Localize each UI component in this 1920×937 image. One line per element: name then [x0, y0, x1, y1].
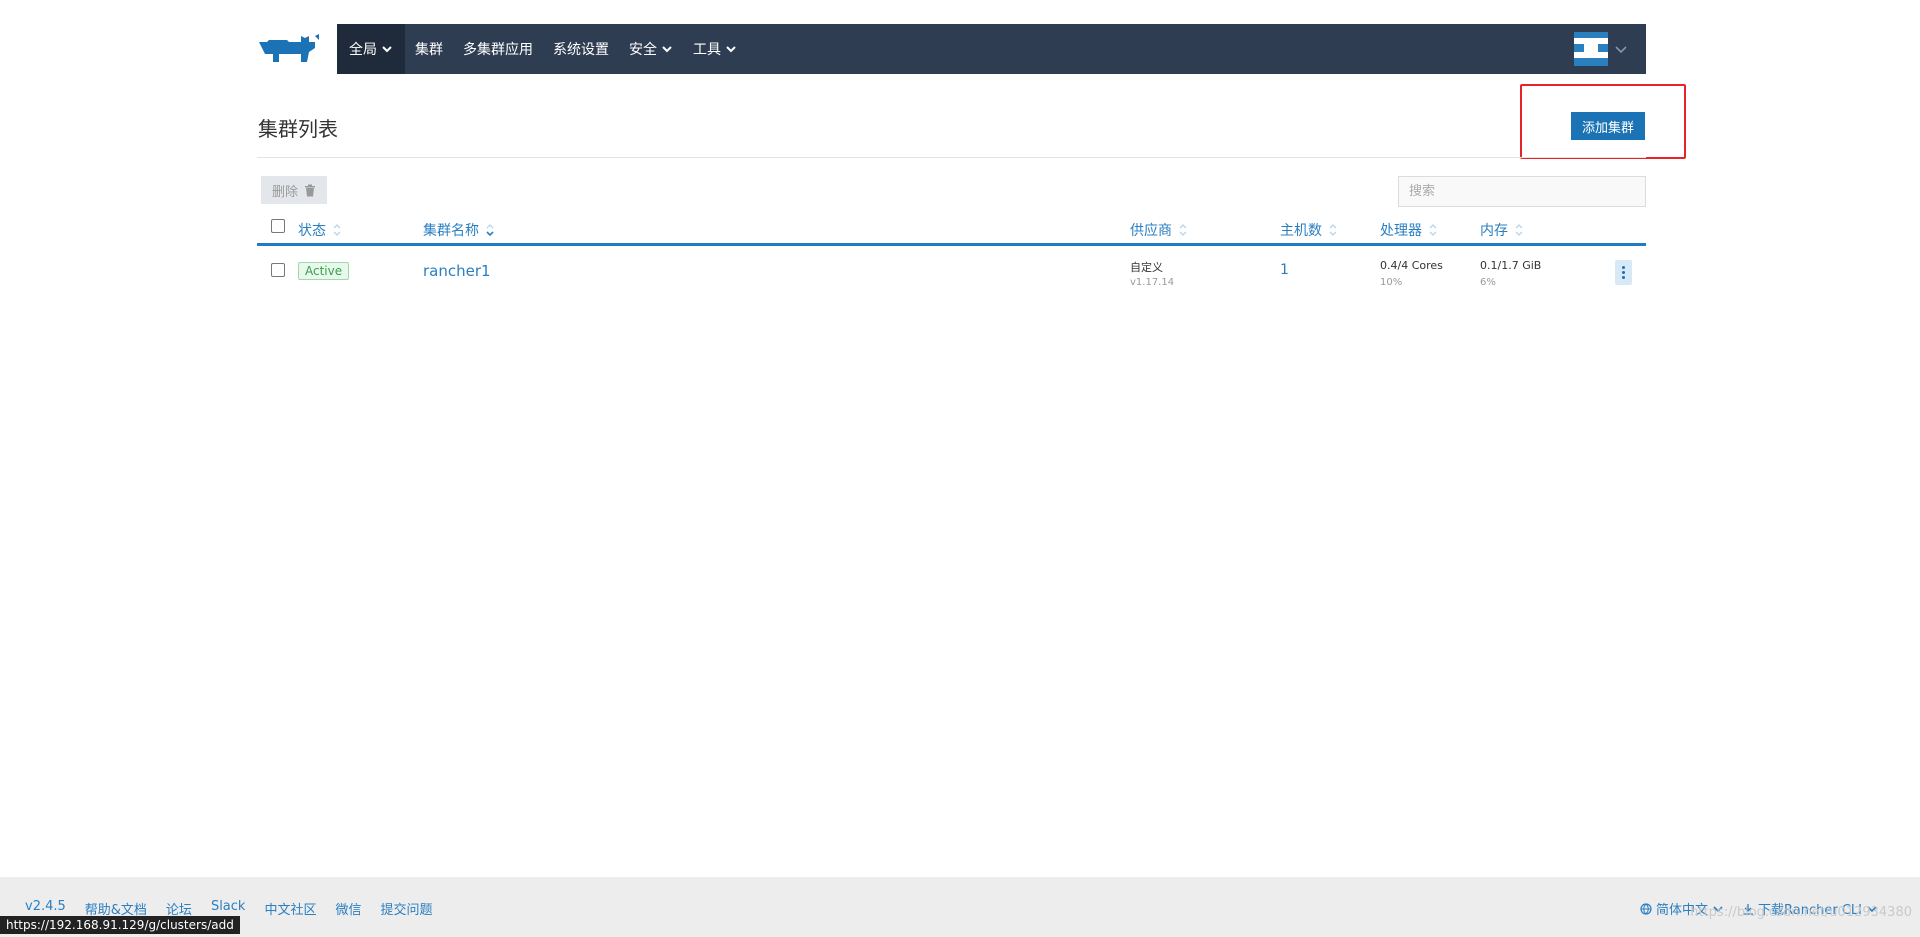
- col-nodes-label: 主机数: [1280, 223, 1322, 239]
- provider-version: v1.17.14: [1130, 277, 1175, 288]
- sort-icon: [1179, 224, 1187, 236]
- globe-icon: [1640, 902, 1652, 915]
- avatar: [1574, 32, 1608, 66]
- nav-tools-label: 工具: [693, 42, 721, 58]
- row-actions-kebab-icon[interactable]: [1615, 260, 1632, 285]
- nav-multi-cluster-apps[interactable]: 多集群应用: [453, 24, 543, 74]
- main-nav: 全局 集群 多集群应用 系统设置 安全 工具: [337, 24, 1646, 74]
- rancher-logo[interactable]: [257, 24, 337, 74]
- col-memory-label: 内存: [1480, 223, 1508, 239]
- nav-settings[interactable]: 系统设置: [543, 24, 619, 74]
- cluster-name-link[interactable]: rancher1: [423, 262, 491, 280]
- watermark: https://blog.csdn.net/u012934380: [1690, 905, 1912, 920]
- search-input[interactable]: [1398, 176, 1646, 207]
- chevron-down-icon: [382, 46, 392, 53]
- col-provider-label: 供应商: [1130, 223, 1172, 239]
- sort-icon: [1515, 224, 1523, 236]
- col-state[interactable]: 状态: [298, 220, 342, 240]
- col-name[interactable]: 集群名称: [423, 220, 495, 240]
- nav-clusters-label: 集群: [415, 42, 443, 58]
- sort-icon: [1429, 224, 1437, 236]
- col-state-label: 状态: [298, 223, 326, 239]
- col-provider[interactable]: 供应商: [1130, 220, 1188, 240]
- footer-link-file-issue[interactable]: 提交问题: [380, 899, 432, 918]
- sort-descending-icon: [486, 224, 494, 237]
- trash-icon: [305, 184, 315, 196]
- select-all-checkbox[interactable]: [271, 219, 285, 233]
- footer-link-chinese-community[interactable]: 中文社区: [264, 899, 316, 918]
- table-row: Active rancher1 自定义 v1.17.14 1 0.4/4 Cor…: [257, 249, 1646, 295]
- nav-security[interactable]: 安全: [619, 24, 683, 74]
- nav-security-label: 安全: [629, 42, 657, 58]
- delete-button-label: 删除: [271, 184, 298, 200]
- memory-percent: 6%: [1480, 277, 1496, 288]
- nav-global[interactable]: 全局: [337, 24, 405, 74]
- col-cpu-label: 处理器: [1380, 223, 1422, 239]
- footer-link-wechat[interactable]: 微信: [335, 899, 361, 918]
- node-count-link[interactable]: 1: [1280, 262, 1289, 278]
- memory-value: 0.1/1.7 GiB: [1480, 259, 1542, 272]
- cpu-value: 0.4/4 Cores: [1380, 259, 1443, 272]
- table-header: 状态 集群名称 供应商 主机数 处理器 内存: [257, 216, 1646, 246]
- nav-settings-label: 系统设置: [553, 42, 609, 58]
- top-header: 全局 集群 多集群应用 系统设置 安全 工具: [257, 24, 1646, 74]
- divider: [257, 157, 1646, 158]
- provider-value: 自定义: [1130, 261, 1163, 274]
- chevron-down-icon: [1615, 46, 1627, 54]
- page-title: 集群列表: [258, 117, 338, 141]
- status-bar-url: https://192.168.91.129/g/clusters/add: [0, 916, 240, 934]
- sort-icon: [1329, 224, 1337, 236]
- page: 全局 集群 多集群应用 系统设置 安全 工具 集群列表 添加集群 删除 搜索 状…: [0, 0, 1920, 937]
- col-nodes[interactable]: 主机数: [1280, 220, 1338, 240]
- footer: v2.4.5 帮助&文档 论坛 Slack 中文社区 微信 提交问题 简体中文 …: [0, 877, 1920, 937]
- col-name-label: 集群名称: [423, 223, 479, 239]
- user-menu[interactable]: [1574, 24, 1646, 74]
- nav-multi-cluster-apps-label: 多集群应用: [463, 42, 533, 58]
- status-badge: Active: [298, 262, 350, 280]
- col-cpu[interactable]: 处理器: [1380, 220, 1438, 240]
- chevron-down-icon: [726, 46, 736, 53]
- cpu-percent: 10%: [1380, 277, 1403, 288]
- col-memory[interactable]: 内存: [1480, 220, 1524, 240]
- nav-global-label: 全局: [349, 42, 377, 58]
- annotation-highlight-box: [1520, 84, 1686, 159]
- nav-tools[interactable]: 工具: [683, 24, 747, 74]
- row-checkbox[interactable]: [271, 263, 285, 277]
- sort-icon: [333, 224, 341, 236]
- nav-clusters[interactable]: 集群: [405, 24, 453, 74]
- delete-button[interactable]: 删除: [261, 176, 327, 204]
- chevron-down-icon: [662, 46, 672, 53]
